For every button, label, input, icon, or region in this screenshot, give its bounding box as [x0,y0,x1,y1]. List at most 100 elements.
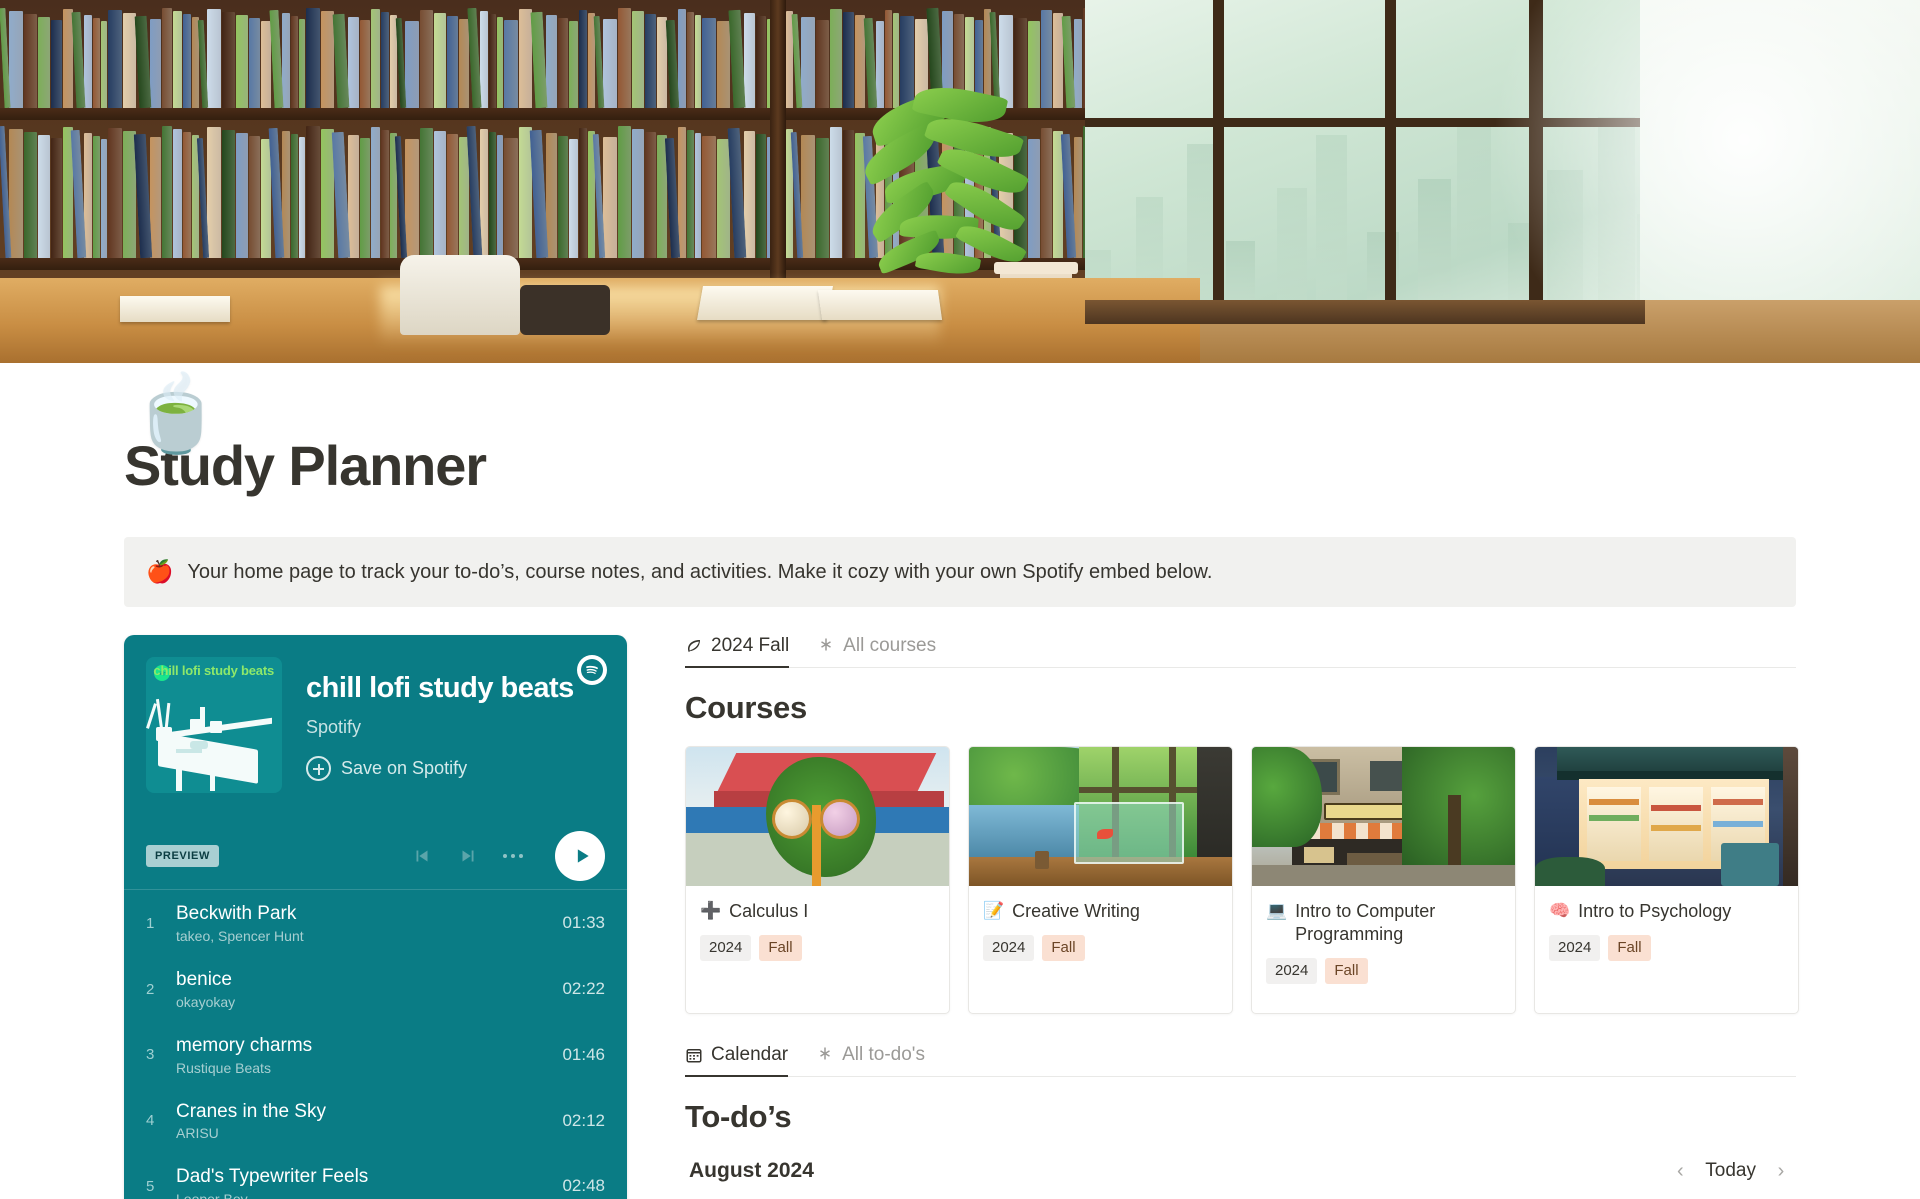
calendar-next-button[interactable]: › [1770,1160,1792,1182]
track-artist: Rustique Beats [176,1059,271,1076]
course-title-text: Calculus I [729,901,809,922]
calendar-toolbar: August 2024 ‹ Today › [685,1159,1796,1183]
tab-2024-fall[interactable]: 2024 Fall [685,635,803,669]
cover-illustration [0,0,1920,363]
course-tag-year: 2024 [1549,935,1601,961]
tab-all-courses-label: All courses [843,635,937,657]
track-row[interactable]: 4 Cranes in the Sky ARISU 02:12 [124,1088,627,1154]
course-cover-image [1535,747,1798,887]
course-emoji-icon: 🧠 [1549,901,1571,921]
callout-block: 🍎 Your home page to track your to-do’s, … [124,536,1796,608]
courses-heading: Courses [685,690,807,726]
course-tag-year: 2024 [983,935,1035,961]
courses-tab-bar: 2024 Fall All courses [685,635,1796,669]
track-number: 2 [146,980,155,998]
playlist-title: chill lofi study beats [306,672,574,705]
calendar-month-label: August 2024 [689,1159,814,1183]
calendar-today-button[interactable]: Today [1705,1160,1756,1182]
page-icon[interactable]: 🍵 [130,377,222,451]
course-title: 💻 Intro to Computer Programming [1266,900,1501,946]
track-title: Beckwith Park [176,903,297,925]
track-row[interactable]: 5 Dad's Typewriter Feels Looper Boy 02:48 [124,1153,627,1199]
page-title: Study Planner [124,434,487,497]
course-title-text: Creative Writing [1012,901,1140,922]
album-art: chill lofi study beats [146,657,282,794]
tab-calendar-label: Calendar [711,1044,789,1066]
tab-2024-fall-label: 2024 Fall [711,635,790,657]
course-card[interactable]: 🧠 Intro to Psychology 2024 Fall [1534,746,1799,1015]
course-emoji-icon: ➕ [700,901,722,921]
save-on-spotify-label: Save on Spotify [341,758,468,779]
course-card[interactable]: 💻 Intro to Computer Programming 2024 Fall [1251,746,1516,1015]
track-duration: 01:33 [562,913,605,933]
track-number: 1 [146,914,155,932]
course-cover-image [686,747,949,887]
track-duration: 01:46 [562,1044,605,1064]
play-button[interactable] [555,831,605,882]
course-title: 🧠 Intro to Psychology [1549,900,1784,923]
track-number: 4 [146,1112,155,1130]
asterisk-icon [816,1046,834,1064]
course-emoji-icon: 💻 [1266,901,1288,921]
track-number: 5 [146,1177,155,1195]
course-cover-image [969,747,1232,887]
album-art-title: chill lofi study beats [153,663,274,679]
track-artist: takeo, Spencer Hunt [176,928,304,945]
track-title: Cranes in the Sky [176,1100,326,1122]
save-on-spotify-button[interactable]: Save on Spotify [306,756,605,782]
track-artist: ARISU [176,1125,219,1142]
track-title: memory charms [176,1034,313,1056]
track-row[interactable]: 2 benice okayokay 02:22 [124,956,627,1022]
course-tag-list: 2024 Fall [1266,958,1501,984]
course-tag-term: Fall [1325,958,1368,984]
track-list: 1 Beckwith Park takeo, Spencer Hunt 01:33 2 b… [124,890,627,1199]
next-track-icon[interactable] [457,845,479,867]
course-title-text: Intro to Computer Programming [1295,901,1436,945]
course-tag-year: 2024 [700,935,752,961]
track-row[interactable]: 3 memory charms Rustique Beats 01:46 [124,1022,627,1088]
course-tag-term: Fall [1042,935,1085,961]
more-options-icon[interactable] [503,854,523,859]
course-card[interactable]: ➕ Calculus I 2024 Fall [685,746,950,1015]
apple-icon: 🍎 [146,558,174,584]
track-artist: okayokay [176,993,236,1010]
callout-text: Your home page to track your to-do’s, co… [187,560,1213,583]
todos-tab-bar: Calendar All to-do's [685,1044,1796,1078]
previous-track-icon[interactable] [411,845,433,867]
playlist-owner: Spotify [306,717,362,738]
asterisk-icon [817,637,835,655]
preview-badge: PREVIEW [146,845,219,868]
course-tag-list: 2024 Fall [1549,935,1784,961]
plus-circle-icon [306,756,331,782]
track-artist: Looper Boy [176,1191,546,1199]
course-cover-image [1252,747,1515,887]
tab-all-todos[interactable]: All to-do's [802,1044,939,1076]
spotify-embed[interactable]: chill lofi study beats chill lofi study … [124,635,627,1199]
track-row[interactable]: 1 Beckwith Park takeo, Spencer Hunt 01:33 [124,890,627,956]
calendar-prev-button[interactable]: ‹ [1669,1160,1691,1182]
track-duration: 02:22 [562,979,605,999]
track-title: Dad's Typewriter Feels [176,1166,369,1188]
track-number: 3 [146,1046,155,1064]
course-card[interactable]: 📝 Creative Writing 2024 Fall [968,746,1233,1015]
calendar-icon [685,1046,703,1064]
page-cover-image [0,0,1920,363]
todos-heading: To-do’s [685,1099,792,1135]
course-tag-year: 2024 [1266,958,1318,984]
track-duration: 02:48 [562,1176,605,1196]
tab-all-courses[interactable]: All courses [803,635,950,667]
tab-all-todos-label: All to-do's [842,1044,925,1066]
course-tag-term: Fall [759,935,802,961]
course-title-text: Intro to Psychology [1578,901,1732,922]
course-emoji-icon: 📝 [983,901,1005,921]
course-card-list: ➕ Calculus I 2024 Fall 📝 Creative Writing 202… [685,746,1799,1015]
course-title: ➕ Calculus I [700,900,935,923]
tab-calendar[interactable]: Calendar [685,1044,802,1078]
course-tag-list: 2024 Fall [983,935,1218,961]
course-title: 📝 Creative Writing [983,900,1218,923]
track-duration: 02:12 [562,1110,605,1130]
leaf-icon [685,637,703,655]
course-tag-term: Fall [1608,935,1651,961]
course-tag-list: 2024 Fall [700,935,935,961]
track-title: benice [176,969,232,991]
